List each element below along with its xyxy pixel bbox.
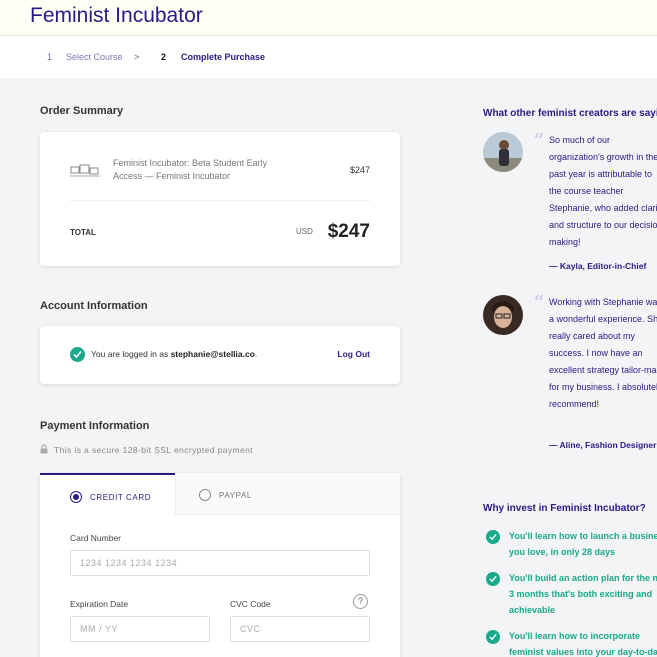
product-price: $247 [349, 165, 370, 175]
check-circle-icon [486, 530, 500, 544]
total-currency: USD [296, 227, 313, 236]
testimonials-title: What other feminist creators are saying [483, 108, 657, 119]
payment-info-title: Payment Information [40, 420, 150, 432]
step-1-label[interactable]: Select Course [66, 52, 123, 62]
total-amount: $247 [327, 221, 370, 242]
tab-paypal[interactable]: PAYPAL [175, 473, 400, 515]
product-name: Feminist Incubator: Beta Student Early A… [113, 158, 268, 181]
account-info-card: You are logged in as stephanie@stellia.c… [40, 326, 400, 384]
check-circle-icon [486, 572, 500, 586]
step-2-label: Complete Purchase [181, 52, 266, 62]
card-number-label: Card Number [70, 533, 122, 543]
order-summary-card: Feminist Incubator: Beta Student Early A… [40, 132, 400, 266]
order-summary-title: Order Summary [40, 105, 124, 117]
testimonial-text: So much of our organization's growth in … [549, 135, 657, 247]
total-label: TOTAL [70, 228, 96, 237]
user-email: stephanie@stellia.co [170, 349, 255, 359]
ssl-note: This is a secure 128-bit SSL encrypted p… [40, 444, 253, 455]
quote-mark-icon: “ [533, 292, 545, 317]
right-sidebar: What other feminist creators are saying … [483, 0, 657, 657]
step-2-number: 2 [161, 52, 167, 62]
account-info-title: Account Information [40, 300, 148, 312]
paypal-radio[interactable] [199, 489, 211, 501]
benefit-text: You'll build an action plan for the next… [509, 573, 657, 615]
tab-paypal-label: PAYPAL [219, 491, 252, 500]
brand-title[interactable]: Feminist Incubator [30, 4, 203, 28]
logged-in-suffix: . [254, 349, 258, 359]
benefits-title: Why invest in Feminist Incubator? [483, 503, 646, 514]
quote-mark-icon: “ [533, 130, 545, 155]
testimonial-author: — Aline, Fashion Designer [549, 440, 657, 450]
step-separator: > [134, 52, 140, 62]
step-1-number: 1 [47, 52, 53, 62]
expiration-input[interactable]: MM / YY [70, 616, 210, 642]
testimonial-author: — Kayla, Editor-in-Chief [549, 261, 647, 271]
help-icon[interactable]: ? [353, 594, 368, 609]
avatar-aline [483, 295, 523, 335]
benefit-text: You'll learn how to incorporate feminist… [509, 631, 657, 657]
expiration-label: Expiration Date [70, 599, 129, 609]
credit-card-radio[interactable] [70, 491, 82, 503]
logged-in-prefix: You are logged in as [91, 349, 171, 359]
logged-in-text: You are logged in as stephanie@stellia.c… [91, 349, 257, 359]
cvc-input[interactable]: CVC [230, 616, 370, 642]
benefit-text: You'll learn how to launch a business yo… [509, 531, 657, 557]
product-thumbnail-icon [70, 164, 100, 177]
avatar-kayla [483, 132, 523, 172]
ssl-note-text: This is a secure 128-bit SSL encrypted p… [54, 445, 254, 455]
card-number-input[interactable]: 1234 1234 1234 1234 [70, 550, 370, 576]
testimonial-text: Working with Stephanie was a wonderful e… [549, 297, 657, 409]
payment-card: CREDIT CARD PAYPAL Card Number 1234 1234… [40, 473, 400, 657]
tab-credit-card[interactable]: CREDIT CARD [40, 473, 175, 515]
check-circle-icon [486, 630, 500, 644]
tab-credit-card-label: CREDIT CARD [90, 493, 152, 502]
order-divider [70, 200, 370, 201]
cvc-label: CVC Code [230, 599, 271, 609]
logout-link[interactable]: Log Out [337, 349, 370, 359]
check-circle-icon [70, 347, 85, 362]
lock-icon [40, 444, 48, 454]
